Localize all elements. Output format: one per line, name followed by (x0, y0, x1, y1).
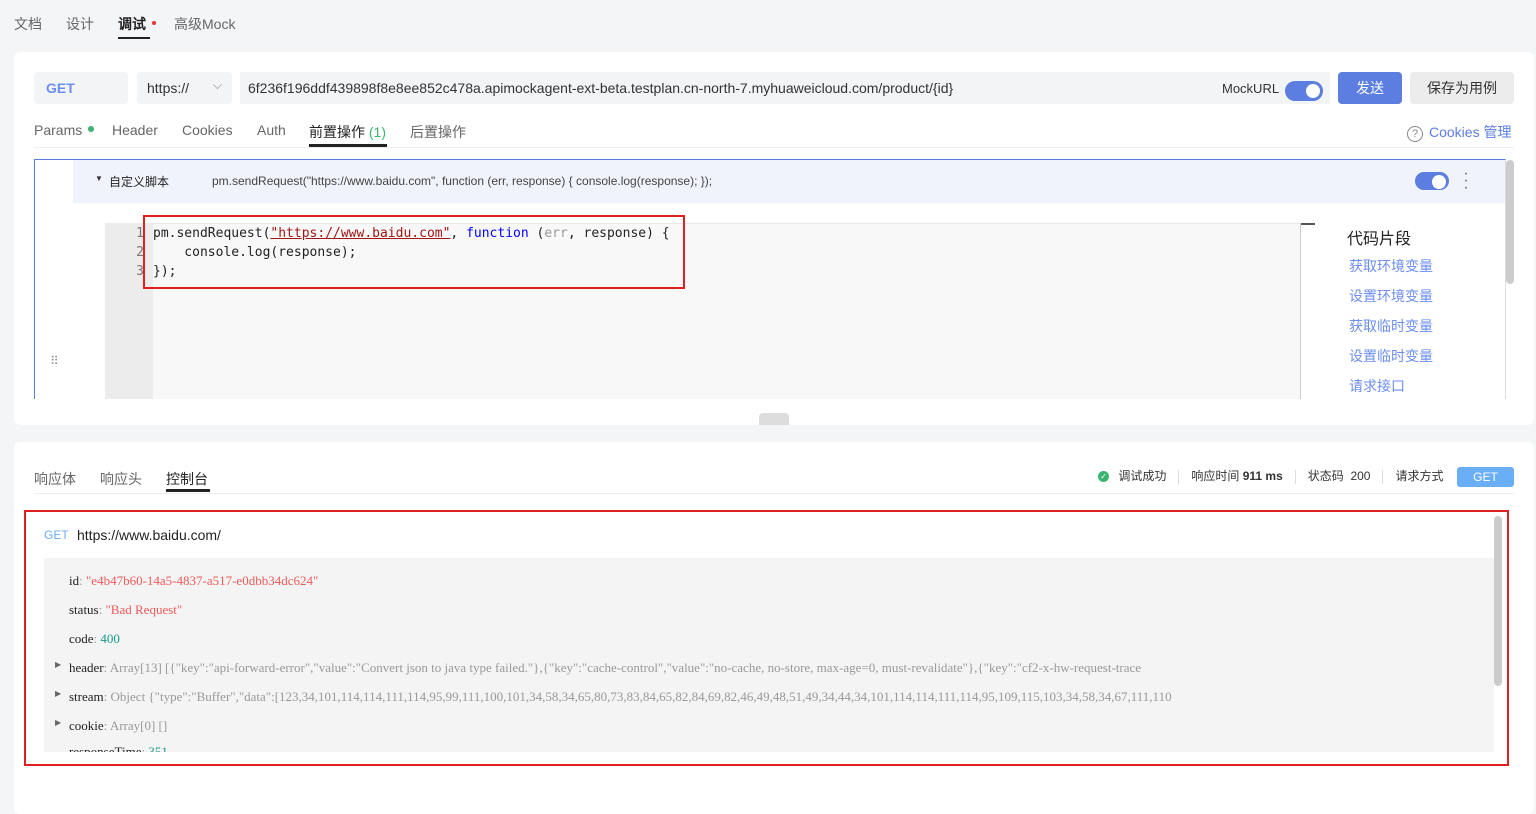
snippet-request[interactable]: 请求接口 (1349, 376, 1405, 396)
tab-docs[interactable]: 文档 (14, 14, 42, 34)
tab-design[interactable]: 设计 (66, 14, 94, 34)
snippet-set-env[interactable]: 设置环境变量 (1349, 286, 1433, 306)
snippets-title: 代码片段 (1347, 231, 1412, 248)
pre-label: 前置操作 (309, 124, 365, 140)
chevron-down-icon: ⌵ (212, 78, 222, 92)
status-text: 调试成功 (1118, 469, 1167, 483)
script-summary: pm.sendRequest("https://www.baidu.com", … (212, 174, 713, 188)
snippet-get-env[interactable]: 获取环境变量 (1349, 256, 1433, 276)
success-check-icon: ✓ (1098, 471, 1109, 483)
console-row-clip: responseTime: 351 (44, 744, 1494, 752)
method-label: 请求方式 (1395, 469, 1444, 483)
console-row-status: status: "Bad Request" (69, 602, 183, 617)
cookies-manage-label: Cookies 管理 (1429, 124, 1512, 140)
pre-count: (1) (368, 124, 387, 140)
method-badge: GET (1457, 467, 1514, 487)
tab-post-operation[interactable]: 后置操作 (410, 122, 466, 142)
console-method: GET (44, 528, 69, 542)
divider (34, 493, 1514, 494)
tab-underline (118, 37, 150, 39)
tab-response-body[interactable]: 响应体 (34, 469, 76, 489)
tab-header[interactable]: Header (112, 122, 158, 138)
params-dot (88, 126, 94, 132)
console-row-header[interactable]: header: Array[13] [{"key":"api-forward-e… (69, 660, 1483, 676)
console-scrollbar[interactable] (1494, 516, 1502, 686)
tab-debug[interactable]: 调试 (118, 14, 146, 34)
mock-url-toggle[interactable] (1285, 81, 1323, 101)
script-title: 自定义脚本 (109, 175, 170, 189)
scrollbar[interactable] (1506, 160, 1514, 284)
more-vertical-icon[interactable]: · · · (1462, 166, 1470, 196)
editor-minimap (1301, 223, 1315, 241)
console-row-stream[interactable]: stream: Object {"type":"Buffer","data":[… (69, 689, 1483, 705)
time-value: 911 ms (1242, 469, 1283, 483)
script-enable-toggle[interactable] (1415, 172, 1449, 190)
code-value: 200 (1350, 469, 1371, 483)
console-row-response-time: responseTime: 351 (69, 744, 168, 752)
cookies-manage-link[interactable]: ? Cookies 管理 (1407, 122, 1511, 142)
tab-response-header[interactable]: 响应头 (100, 469, 142, 489)
save-as-case-button[interactable]: 保存为用例 (1410, 72, 1514, 104)
protocol-select[interactable]: https:// ⌵ (137, 72, 232, 104)
expand-triangle-icon[interactable]: ▶ (55, 689, 61, 698)
console-url: https://www.baidu.com/ (77, 527, 221, 543)
tab-underline (166, 489, 210, 492)
collapse-triangle-icon[interactable]: ▼ (95, 174, 103, 183)
resize-handle[interactable] (759, 413, 789, 425)
expand-triangle-icon[interactable]: ▶ (55, 660, 61, 669)
line-numbers: 123 (136, 226, 144, 279)
drag-handle-icon[interactable]: ⠿ (50, 354, 59, 368)
expand-triangle-icon[interactable]: ▶ (55, 718, 61, 727)
tab-advanced-mock[interactable]: 高级Mock (174, 14, 235, 34)
tab-cookies[interactable]: Cookies (182, 122, 233, 138)
send-button[interactable]: 发送 (1338, 72, 1402, 104)
response-status-bar: ✓ 调试成功 响应时间 911 ms 状态码 200 请求方式 (1098, 467, 1444, 484)
tab-console[interactable]: 控制台 (166, 469, 208, 489)
highlight-box (143, 215, 685, 289)
console-row-id: id: "e4b47b60-14a5-4837-a517-e0dbb34dc62… (69, 573, 319, 588)
mock-url-label: MockURL (1222, 81, 1280, 96)
console-row-code: code: 400 (69, 631, 120, 646)
debug-dot (152, 21, 156, 25)
url-input[interactable]: 6f236f196ddf439898f8e8ee852c478a.apimock… (240, 72, 1330, 104)
tab-pre-operation[interactable]: 前置操作 (1) (309, 122, 386, 142)
tab-params[interactable]: Params (34, 122, 82, 138)
tab-auth[interactable]: Auth (257, 122, 286, 138)
time-label: 响应时间 (1191, 469, 1240, 483)
snippet-set-temp[interactable]: 设置临时变量 (1349, 346, 1433, 366)
method-select[interactable]: GET (34, 72, 128, 104)
protocol-value: https:// (147, 80, 190, 96)
divider (34, 147, 1514, 148)
help-icon: ? (1407, 126, 1423, 142)
console-row-cookie[interactable]: cookie: Array[0] [] (69, 718, 167, 734)
snippet-get-temp[interactable]: 获取临时变量 (1349, 316, 1433, 336)
code-label: 状态码 (1307, 469, 1344, 483)
